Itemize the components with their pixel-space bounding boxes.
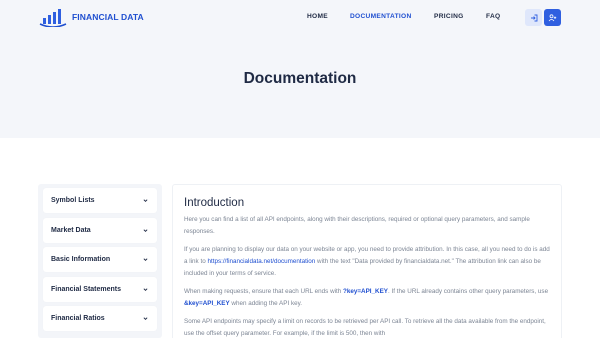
api-key-text-middle: . If the URL already contains other quer… <box>388 288 549 295</box>
chevron-down-icon <box>143 199 148 202</box>
hero-section: FINANCIAL DATA HOME DOCUMENTATION PRICIN… <box>0 0 600 138</box>
docs-sidebar: Symbol Lists Market Data Basic Informati… <box>38 184 162 338</box>
sidebar-item-financial-ratios[interactable]: Financial Ratios <box>43 306 157 331</box>
sidebar-item-label: Financial Ratios <box>51 315 105 322</box>
sidebar-item-label: Financial Statements <box>51 285 122 293</box>
section-heading: Introduction <box>184 197 245 209</box>
chevron-down-icon <box>143 228 148 232</box>
sidebar-item-basic-information[interactable]: Basic Information <box>43 247 157 272</box>
sidebar-item-label: Symbol Lists <box>51 197 95 204</box>
sidebar-item-label: Basic Information <box>51 256 111 263</box>
api-key-param-alt: &key=API_KEY <box>184 300 230 307</box>
sidebar-item-market-data[interactable]: Market Data <box>43 217 157 243</box>
api-key-text-start: When making requests, ensure that each U… <box>184 288 344 295</box>
chevron-down-icon <box>143 287 148 291</box>
intro-paragraph: Here you can find a list of all API endp… <box>184 216 530 235</box>
top-navbar: FINANCIAL DATA HOME DOCUMENTATION PRICIN… <box>0 0 600 36</box>
main-nav: HOME DOCUMENTATION PRICING FAQ <box>0 13 600 23</box>
nav-pricing[interactable]: PRICING <box>434 13 464 20</box>
signup-button[interactable] <box>544 9 561 26</box>
nav-home[interactable]: HOME <box>307 13 328 20</box>
chevron-down-icon <box>143 317 148 320</box>
sidebar-item-label: Market Data <box>51 226 91 234</box>
chevron-down-icon <box>143 258 148 261</box>
nav-documentation[interactable]: DOCUMENTATION <box>350 13 412 20</box>
attribution-paragraph: If you are planning to display our data … <box>184 244 550 280</box>
sidebar-item-financial-statements[interactable]: Financial Statements <box>43 276 157 302</box>
docs-content: Introduction Here you can find a list of… <box>172 184 562 338</box>
login-icon <box>530 9 538 27</box>
user-plus-icon <box>548 9 557 27</box>
documentation-link[interactable]: https://financialdata.net/documentation <box>207 258 315 265</box>
api-key-paragraph: When making requests, ensure that each U… <box>184 286 550 310</box>
limit-paragraph: Some API endpoints may specify a limit o… <box>184 318 546 337</box>
sidebar-item-symbol-lists[interactable]: Symbol Lists <box>43 188 157 213</box>
login-button[interactable] <box>525 9 542 26</box>
api-key-text-end: when adding the API key. <box>229 300 303 307</box>
api-key-param: ?key=API_KEY <box>343 288 389 295</box>
page-title: Documentation <box>243 70 357 87</box>
nav-faq[interactable]: FAQ <box>486 13 500 20</box>
